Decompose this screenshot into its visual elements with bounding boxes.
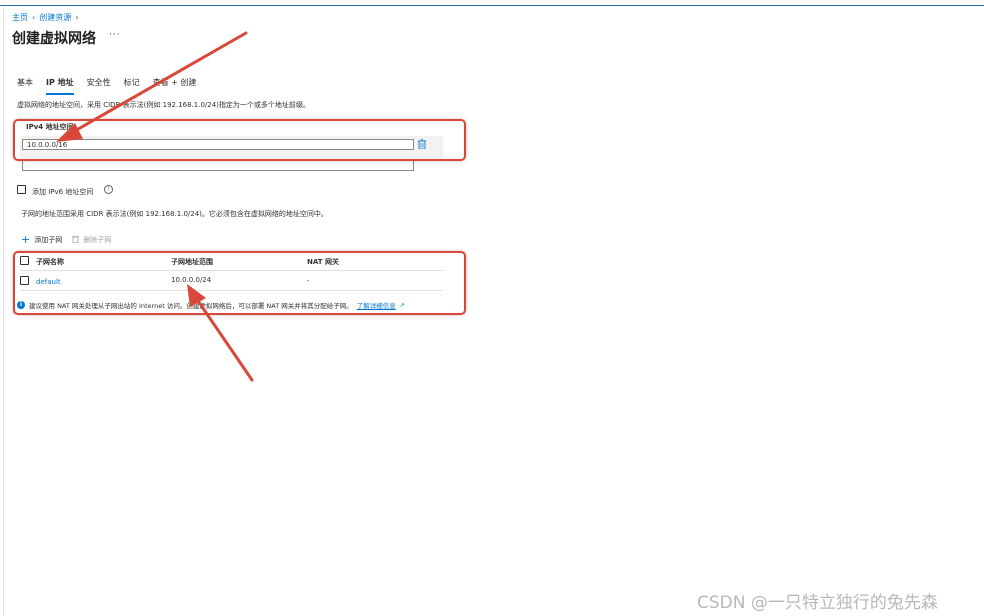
ipv4-address-input-empty[interactable] [22, 160, 414, 171]
left-border [3, 6, 4, 616]
add-subnet-label: 添加子网 [34, 236, 63, 244]
watermark: CSDN @一只特立独行的兔先森 [697, 593, 938, 613]
tab-bar: 基本 IP 地址 安全性 标记 查看 + 创建 [17, 77, 197, 95]
tab-review-create[interactable]: 查看 + 创建 [153, 77, 197, 93]
tab-tags[interactable]: 标记 [124, 77, 140, 93]
plus-icon: + [21, 233, 31, 246]
add-ipv6-checkbox[interactable] [17, 185, 26, 194]
annotation-box-ipv4 [13, 119, 466, 161]
delete-subnet-button[interactable]: 删除子网 [72, 235, 111, 245]
breadcrumb-separator: › [75, 13, 79, 22]
more-options-icon[interactable]: ··· [109, 30, 121, 40]
top-border [0, 5, 984, 6]
add-subnet-button[interactable]: + 添加子网 [21, 233, 63, 246]
subnet-description: 子网的地址范围采用 CIDR 表示法(例如 192.168.1.0/24)。它必… [21, 210, 328, 218]
trash-icon [72, 235, 80, 245]
page-title: 创建虚拟网络 [12, 31, 96, 47]
add-ipv6-label: 添加 IPv6 地址空间 [32, 188, 94, 196]
annotation-box-subnet [13, 251, 466, 315]
info-icon[interactable]: i [104, 185, 113, 194]
delete-subnet-label: 删除子网 [83, 236, 112, 244]
breadcrumb-separator: › [32, 13, 36, 22]
breadcrumb-create-resource-link[interactable]: 创建资源 [39, 13, 71, 22]
ip-address-description: 虚拟网络的地址空间，采用 CIDR 表示法(例如 192.168.1.0/24)… [17, 101, 310, 109]
tab-basics[interactable]: 基本 [17, 77, 33, 93]
breadcrumb: 主页 › 创建资源 › [12, 12, 82, 23]
subnet-toolbar: + 添加子网 删除子网 [21, 233, 111, 246]
breadcrumb-home-link[interactable]: 主页 [12, 13, 28, 22]
tab-ip-addresses[interactable]: IP 地址 [46, 77, 74, 95]
tab-security[interactable]: 安全性 [87, 77, 111, 93]
